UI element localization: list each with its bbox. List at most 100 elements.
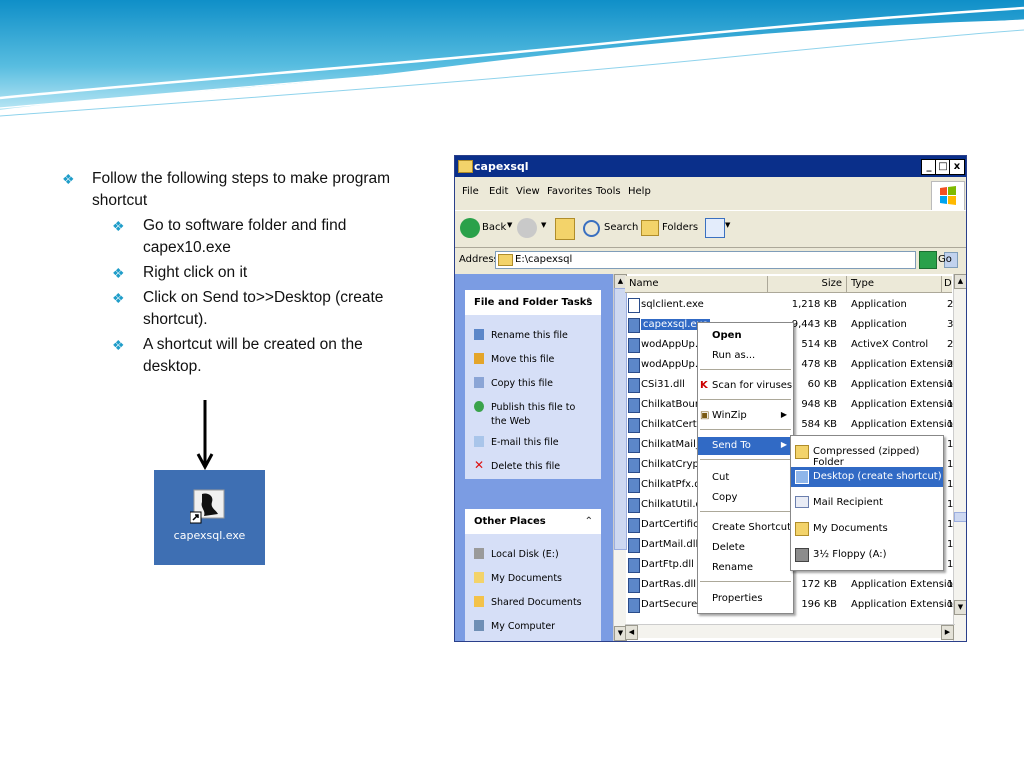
desktop-shortcut-preview[interactable]: capexsql.exe <box>154 470 265 565</box>
menu-view[interactable]: View <box>516 186 540 197</box>
folders-button[interactable]: Folders <box>662 222 698 233</box>
menu-separator <box>700 429 791 430</box>
dll-file-icon <box>628 578 640 593</box>
back-button[interactable]: Back <box>482 222 506 233</box>
sendto-my-documents[interactable]: My Documents <box>791 519 943 539</box>
menu-bar: File Edit View Favorites Tools Help <box>455 182 966 202</box>
delete-x-icon: ✕ <box>474 458 485 472</box>
menu-item-label: Create Shortcut <box>712 522 791 533</box>
forward-arrow-icon[interactable] <box>517 218 537 238</box>
menu-item-label: Desktop (create shortcut) <box>813 471 942 482</box>
go-button[interactable]: Go <box>938 254 952 265</box>
file-type: Application <box>851 299 907 310</box>
task-pane: File and Folder Tasks ⌃ Rename this file… <box>455 274 613 641</box>
place-label: Shared Documents <box>491 597 582 608</box>
task-label: Move this file <box>491 354 555 365</box>
dll-file-icon <box>628 458 640 473</box>
scroll-up-icon[interactable]: ▲ <box>954 274 966 289</box>
menu-item-label: WinZip <box>712 410 747 421</box>
address-value: E:\capexsql <box>515 254 573 265</box>
collapse-chevron-icon[interactable]: ⌃ <box>585 516 593 527</box>
menu-item-copy[interactable]: Copy <box>698 489 793 507</box>
dll-file-icon <box>628 398 640 413</box>
menu-item-send-to[interactable]: Send To ▶ <box>698 437 793 455</box>
bullet-marker-icon: ❖ <box>112 290 125 306</box>
standard-toolbar: Back ▼ ▼ Search Folders ▼ <box>455 210 966 248</box>
menu-item-run-as[interactable]: Run as... <box>698 347 793 365</box>
dll-file-icon <box>628 518 640 533</box>
submenu-arrow-icon: ▶ <box>780 440 787 449</box>
menu-item-label: Rename <box>712 562 754 573</box>
menu-item-properties[interactable]: Properties <box>698 590 793 608</box>
forward-dropdown-icon[interactable]: ▼ <box>541 221 546 229</box>
column-header-name[interactable]: Name <box>625 276 768 293</box>
scroll-down-icon[interactable]: ▼ <box>954 600 966 615</box>
menu-item-create-shortcut[interactable]: Create Shortcut <box>698 519 793 537</box>
file-type: Application Extension <box>851 599 960 610</box>
arrow-down-icon <box>196 400 214 470</box>
menu-item-label: Run as... <box>712 350 756 361</box>
scroll-left-icon[interactable]: ◀ <box>625 625 638 640</box>
menu-help[interactable]: Help <box>628 186 651 197</box>
horizontal-scrollbar[interactable]: ◀ ▶ <box>625 624 955 640</box>
sendto-mail-recipient[interactable]: Mail Recipient <box>791 493 943 513</box>
menu-item-label: Properties <box>712 593 763 604</box>
scroll-right-icon[interactable]: ▶ <box>941 625 954 640</box>
menu-item-open[interactable]: Open <box>698 327 793 345</box>
submenu-arrow-icon: ▶ <box>780 410 787 419</box>
menu-item-label: Scan for viruses <box>712 380 793 391</box>
menu-file[interactable]: File <box>462 186 479 197</box>
menu-item-winzip[interactable]: ▣ WinZip ▶ <box>698 407 793 425</box>
sendto-compressed-folder[interactable]: Compressed (zipped) Folder <box>791 442 943 468</box>
views-icon[interactable] <box>705 218 725 238</box>
floppy-icon <box>795 548 809 562</box>
address-bar: Address E:\capexsql Go <box>455 248 966 272</box>
task-label: Copy this file <box>491 378 553 389</box>
my-computer-icon <box>474 620 484 631</box>
dll-file-icon <box>628 598 640 613</box>
sendto-floppy[interactable]: 3½ Floppy (A:) <box>791 545 943 565</box>
rename-icon <box>474 329 484 340</box>
close-button[interactable]: x <box>949 159 965 175</box>
column-label: Size <box>821 278 842 289</box>
scroll-thumb[interactable] <box>954 512 966 522</box>
dll-file-icon <box>628 498 640 513</box>
column-header-size[interactable]: Size <box>768 276 847 293</box>
file-name: DartRas.dll <box>641 579 697 590</box>
menu-item-scan-viruses[interactable]: K Scan for viruses <box>698 377 793 395</box>
back-arrow-icon[interactable] <box>460 218 480 238</box>
column-header-type[interactable]: Type <box>847 276 942 293</box>
menu-item-cut[interactable]: Cut <box>698 469 793 487</box>
file-list-scrollbar[interactable]: ▲ ▼ <box>953 274 966 641</box>
menu-item-label: Cut <box>712 472 730 483</box>
antivirus-icon: K <box>700 380 708 391</box>
menu-item-label: 3½ Floppy (A:) <box>813 549 887 560</box>
views-dropdown-icon[interactable]: ▼ <box>725 221 730 229</box>
sendto-desktop-shortcut[interactable]: Desktop (create shortcut) <box>791 467 943 487</box>
file-name: CSi31.dll <box>641 379 685 390</box>
bullet-text: Go to software folder and find capex10.e… <box>143 217 347 256</box>
folder-icon <box>458 160 473 173</box>
collapse-chevron-icon[interactable]: ⌃ <box>585 297 593 308</box>
menu-edit[interactable]: Edit <box>489 186 508 197</box>
window-title: capexsql <box>474 160 529 173</box>
window-titlebar[interactable]: capexsql _ □ x <box>455 156 966 177</box>
dll-file-icon <box>628 418 640 433</box>
file-tasks-header[interactable]: File and Folder Tasks ⌃ <box>465 290 601 315</box>
up-folder-icon[interactable] <box>555 218 575 240</box>
place-label: My Computer <box>491 621 556 632</box>
column-label: Name <box>629 278 659 289</box>
file-row[interactable]: sqlclient.exe 1,218 KB Application <box>625 295 943 315</box>
menu-favorites[interactable]: Favorites <box>547 186 592 197</box>
capexsql-shortcut-icon <box>190 489 225 524</box>
menu-item-rename[interactable]: Rename <box>698 559 793 577</box>
bullet-text: Click on Send to>>Desktop (create shortc… <box>143 289 384 328</box>
go-arrow-icon[interactable] <box>919 251 937 269</box>
menu-item-delete[interactable]: Delete <box>698 539 793 557</box>
menu-tools[interactable]: Tools <box>596 186 621 197</box>
other-places-header[interactable]: Other Places ⌃ <box>465 509 601 534</box>
search-button[interactable]: Search <box>604 222 638 233</box>
address-input[interactable]: E:\capexsql <box>495 251 958 269</box>
back-dropdown-icon[interactable]: ▼ <box>507 221 512 229</box>
panel-title: Other Places <box>474 516 546 527</box>
